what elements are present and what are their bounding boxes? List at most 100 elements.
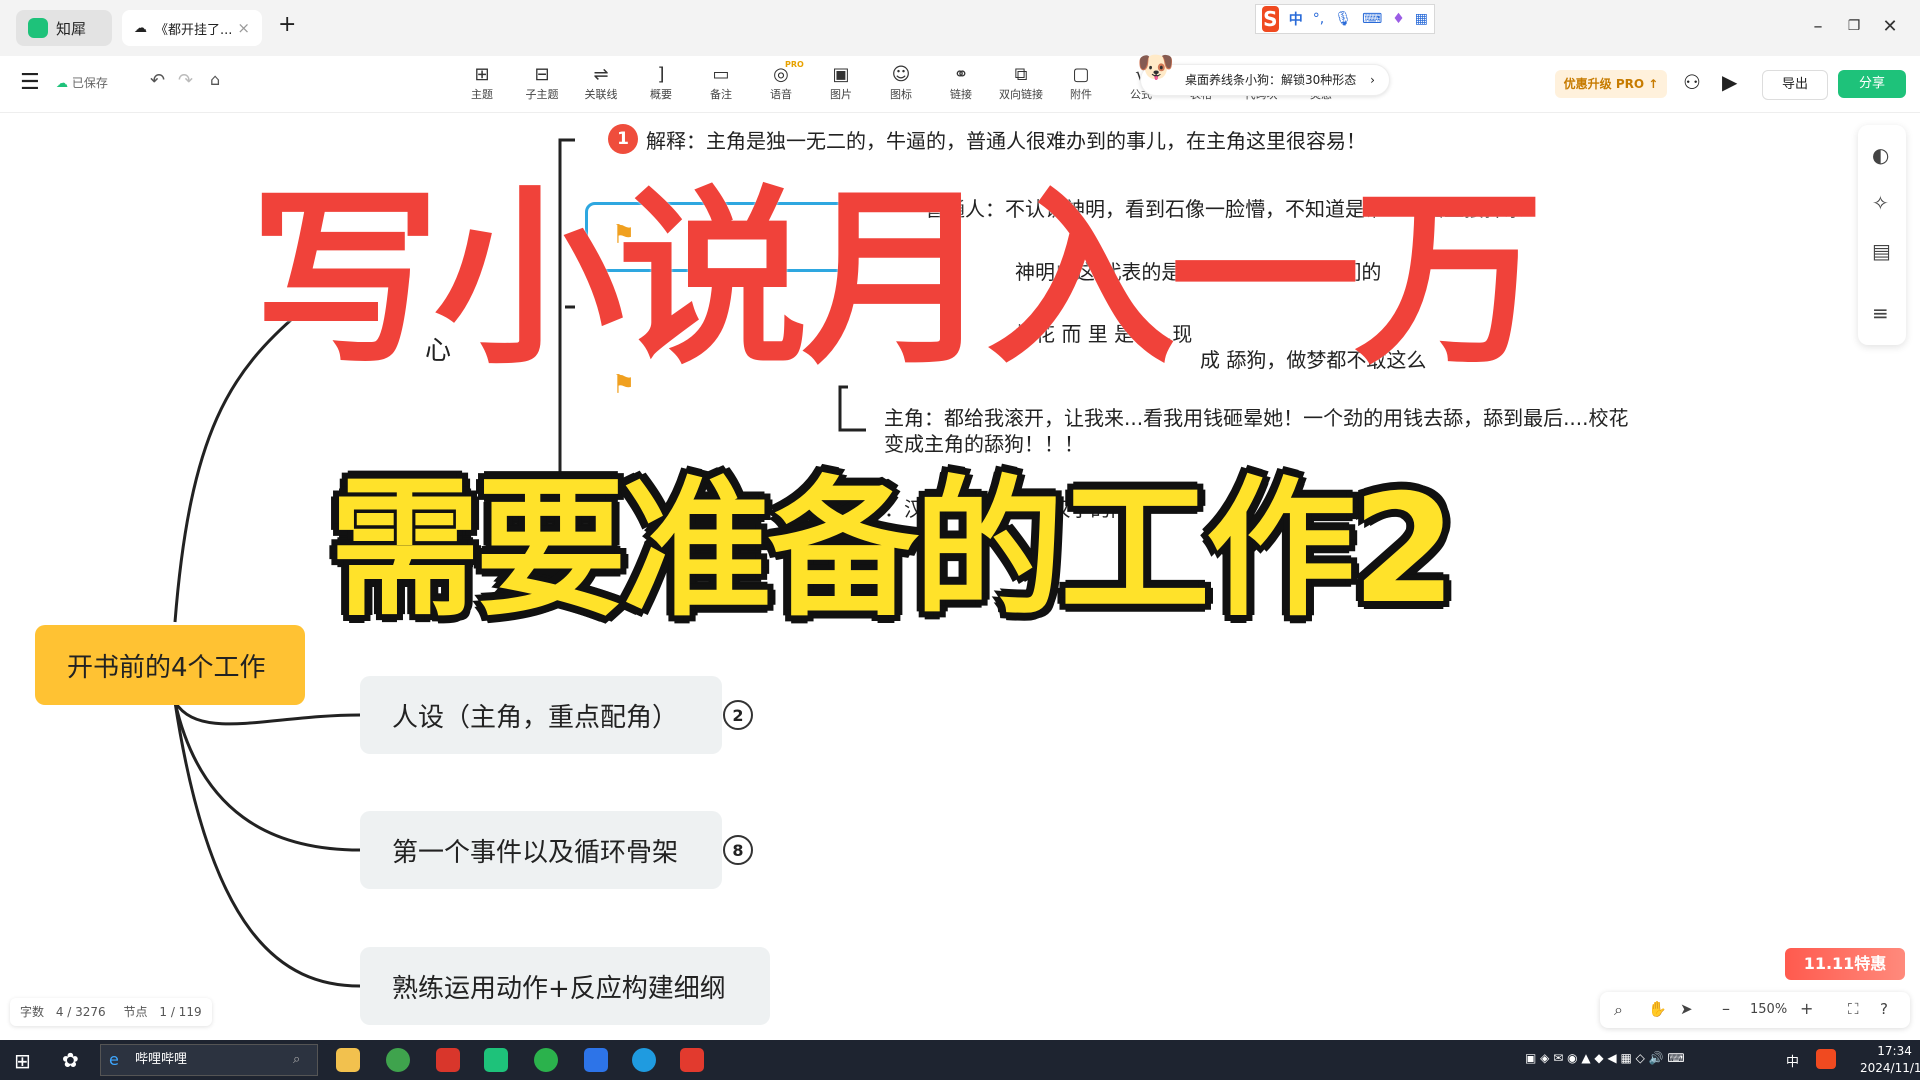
zhixi-app-icon[interactable] [484,1048,508,1072]
undo-icon[interactable]: ↶ [150,70,165,91]
mic-icon[interactable]: 🎙 [1334,11,1352,27]
ime-mode[interactable]: 中 [1289,9,1303,29]
word-count-label: 字数 [20,1005,45,1019]
close-tab-icon[interactable]: × [237,19,250,37]
zoom-level[interactable]: 150% [1750,1002,1787,1017]
relation-icon: ⇌ [593,64,609,85]
tool-bilink[interactable]: ⧉ 双向链接 [995,64,1047,102]
node-count-label: 节点 [123,1005,148,1019]
promo-1111-badge[interactable]: 11.11特惠 [1785,948,1905,980]
tab-app[interactable]: 知犀 [16,10,112,46]
tab-document[interactable]: ☁ 《都开挂了... × [122,10,262,46]
chevron-right-icon: › [1370,73,1375,87]
present-icon[interactable]: ▶ [1722,70,1737,94]
redo-icon[interactable]: ↷ [178,70,193,91]
smiley-icon: ☺ [891,64,911,85]
search-icon[interactable]: ⌕ [1614,1000,1623,1020]
ime-indicator[interactable]: 中 [1786,1051,1799,1070]
tool-note[interactable]: ▭ 备注 [695,64,747,102]
promo-pill[interactable]: 🐶 桌面养线条小狗：解锁30种形态 › [1137,53,1390,96]
root-node[interactable]: 开书前的4个工作 [35,625,305,705]
summary-icon: ] [657,64,665,85]
palette-icon[interactable]: ◐ [1872,143,1889,167]
menu-icon[interactable]: ☰ [20,70,40,95]
restore-icon[interactable]: ❐ [1842,18,1866,34]
tool-subtopic[interactable]: ⊟ 子主题 [516,64,568,102]
keyboard-icon[interactable]: ⌨ [1362,11,1382,27]
tray-icons[interactable]: ▣ ◈ ✉ ◉ ▲ ◆ ◀ ▦ ◇ 🔊 ⌨ [1525,1051,1685,1065]
grid-icon[interactable]: ▦ [1415,11,1428,27]
hand-icon[interactable]: ✋ [1648,1000,1667,1018]
pointer-icon[interactable]: ➤ [1680,1000,1693,1018]
wps-icon[interactable] [436,1048,460,1072]
tab-doc-label: 《都开挂了... [155,22,233,38]
punctuation-icon[interactable]: °, [1313,11,1324,27]
tab-app-label: 知犀 [56,19,87,38]
root-node-label: 开书前的4个工作 [67,652,266,683]
child-node-persona[interactable]: 人设（主角，重点配角） [360,676,722,754]
tool-attachment[interactable]: ▢ 附件 [1055,64,1107,102]
outline-list-icon[interactable]: ≡ [1872,301,1889,325]
tool-icon[interactable]: ☺ 图标 [875,64,927,102]
export-button[interactable]: 导出 [1762,70,1828,100]
user-icon[interactable]: ⚇ [1683,70,1701,94]
taskbar-search[interactable]: e 哔哩哔哩 ⌕ [100,1044,318,1076]
zoom-bar: ⌕ ✋ ➤ – 150% + ⛶ ? [1600,992,1910,1028]
skin-icon[interactable]: ♦ [1392,11,1405,27]
app-logo-icon [28,18,48,38]
tool-relation[interactable]: ⇌ 关联线 [575,64,627,102]
child-node-outline[interactable]: 熟练运用动作+反应构建细纲 [360,947,770,1025]
pin-icon[interactable]: ✧ [1872,191,1889,215]
search-icon: ⌕ [293,1052,301,1067]
detail-hero[interactable]: 主角：都给我滚开，让我来...看我用钱砸晕她！一个劲的用钱去舔，舔到最后....… [884,405,1634,457]
share-button[interactable]: 分享 [1838,70,1906,98]
file-explorer-icon[interactable] [336,1048,360,1072]
count-badge[interactable]: 2 [723,700,753,730]
zoom-out-icon[interactable]: – [1722,999,1730,1018]
browser-green-icon[interactable] [386,1048,410,1072]
topic-icon: ⊞ [474,64,490,85]
title-bar: 知犀 ☁ 《都开挂了... × + – ❐ ✕ [0,0,1920,56]
status-bar: 字数 4 / 3276 节点 1 / 119 [10,998,212,1026]
folder-icon: ▢ [1072,64,1090,85]
layout-icon[interactable]: ▤ [1872,239,1891,263]
recorder-icon[interactable] [680,1048,704,1072]
taskbar-clock[interactable]: 17:34 2024/11/18 [1860,1043,1920,1077]
taskbar-search-text: 哔哩哔哩 [135,1052,188,1067]
note-icon: ▭ [712,64,730,85]
save-status: ☁ 已保存 [56,74,108,91]
bilink-icon: ⧉ [1014,64,1028,85]
sogou-tray-icon[interactable] [1816,1049,1836,1069]
tool-link[interactable]: ⚭ 链接 [935,64,987,102]
app-swirl-icon[interactable]: ✿ [62,1048,79,1072]
taskbar: ⊞ ✿ e 哔哩哔哩 ⌕ ▣ ◈ ✉ ◉ ▲ ◆ ◀ ▦ ◇ 🔊 ⌨ 中 17:… [0,1040,1920,1080]
tool-topic[interactable]: ⊞ 主题 [456,64,508,102]
subtopic-icon: ⊟ [534,64,550,85]
minimize-icon[interactable]: – [1806,16,1830,37]
tool-image[interactable]: ▣ 图片 [815,64,867,102]
edge-icon[interactable] [632,1048,656,1072]
tool-voice[interactable]: ◎ 语音 PRO [755,60,807,102]
child-node-first-event[interactable]: 第一个事件以及循环骨架 [360,811,722,889]
sogou-logo-icon[interactable]: S [1262,6,1279,32]
promo-text: 桌面养线条小狗：解锁30种形态 [1185,73,1357,87]
image-icon: ▣ [832,64,850,85]
upgrade-pro-button[interactable]: 优惠升级 PRO ↑ [1555,70,1667,98]
toolbar: ☰ ☁ 已保存 ↶ ↷ ⌂ ⊞ 主题 ⊟ 子主题 ⇌ 关联线 ] 概要 ▭ 备注 ◎ 语音 … [0,53,1920,113]
priority-1-badge: 1 [608,124,638,154]
close-window-icon[interactable]: ✕ [1878,16,1902,37]
zoom-in-icon[interactable]: + [1800,999,1813,1018]
new-tab-button[interactable]: + [278,12,296,37]
explain-text[interactable]: 解释：主角是独一无二的，牛逼的，普通人很难办到的事儿，在主角这里很容易！ [646,125,1366,154]
count-badge[interactable]: 8 [723,835,753,865]
node-count-value: 1 / 119 [159,1005,202,1019]
tool-summary[interactable]: ] 概要 [635,64,687,102]
feishu-icon[interactable] [584,1048,608,1072]
format-painter-icon[interactable]: ⌂ [210,70,220,89]
dog-mascot-icon: 🐶 [1137,50,1175,85]
right-side-panel: ◐ ✧ ▤ ≡ [1858,125,1906,345]
wechat-icon[interactable] [534,1048,558,1072]
fullscreen-icon[interactable]: ⛶ [1848,1000,1859,1018]
help-icon[interactable]: ? [1880,1000,1888,1018]
windows-start-icon[interactable]: ⊞ [14,1049,31,1073]
